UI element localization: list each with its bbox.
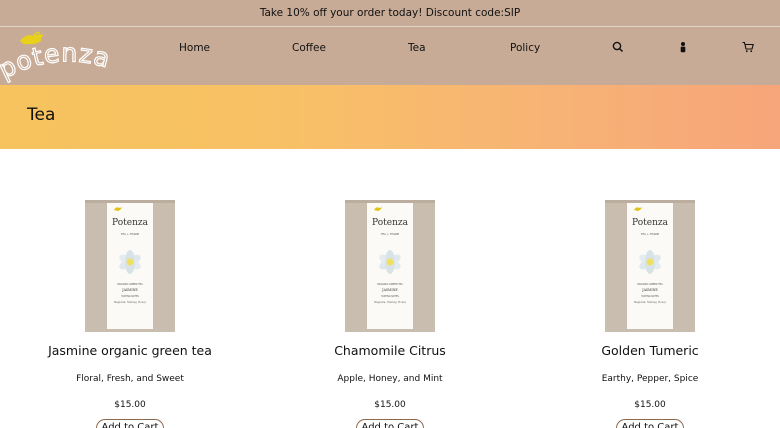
announcement-text: Take 10% off your order today! Discount … (259, 7, 521, 19)
bird-icon (20, 31, 44, 45)
svg-text:TASTING NOTES: TASTING NOTES (121, 295, 139, 298)
search-icon[interactable] (610, 39, 626, 55)
product-name[interactable]: Golden Tumeric (520, 343, 780, 358)
svg-text:ORGANIC GREEN TEA: ORGANIC GREEN TEA (117, 283, 143, 286)
svg-text:TEA + TISANE: TEA + TISANE (121, 232, 140, 236)
page-title: Tea (27, 105, 56, 125)
svg-text:TEA + TISANE: TEA + TISANE (641, 232, 660, 236)
svg-text:ORGANIC GREEN TEA: ORGANIC GREEN TEA (377, 283, 403, 286)
svg-text:Potenza: Potenza (372, 218, 409, 228)
account-icon[interactable] (675, 39, 691, 55)
product-description: Earthy, Pepper, Spice (601, 374, 699, 384)
nav-coffee[interactable]: Coffee (292, 42, 326, 54)
svg-text:Magnolia, Nutmeg, Honey: Magnolia, Nutmeg, Honey (634, 301, 667, 304)
announcement-bar: Take 10% off your order today! Discount … (0, 0, 780, 27)
svg-text:Potenza: Potenza (112, 218, 149, 228)
svg-text:JASMINE: JASMINE (381, 288, 398, 292)
product-card[interactable]: Potenza TEA + TISANE ORGANIC GREEN TEA J… (260, 195, 520, 428)
add-to-cart-button[interactable]: Add to Cart (96, 419, 164, 428)
product-price: $15.00 (114, 400, 146, 410)
product-description: Apple, Honey, and Mint (337, 374, 443, 384)
product-card[interactable]: Potenza TEA + TISANE ORGANIC GREEN TEA J… (520, 195, 780, 428)
svg-text:TEA + TISANE: TEA + TISANE (381, 232, 400, 236)
product-image[interactable]: Potenza TEA + TISANE ORGANIC GREEN TEA J… (600, 195, 700, 335)
svg-text:potenza: potenza (0, 38, 114, 84)
svg-text:TASTING NOTES: TASTING NOTES (641, 295, 659, 298)
svg-text:Potenza: Potenza (632, 218, 669, 228)
product-image[interactable]: Potenza TEA + TISANE ORGANIC GREEN TEA J… (80, 195, 180, 335)
add-to-cart-button[interactable]: Add to Cart (616, 419, 684, 428)
product-price: $15.00 (374, 400, 406, 410)
product-name[interactable]: Chamomile Citrus (260, 343, 520, 358)
nav-policy[interactable]: Policy (510, 42, 540, 54)
nav-home[interactable]: Home (179, 42, 210, 54)
logo-wordmark: potenza (0, 38, 113, 85)
svg-text:TASTING NOTES: TASTING NOTES (381, 295, 399, 298)
product-image[interactable]: Potenza TEA + TISANE ORGANIC GREEN TEA J… (340, 195, 440, 335)
cart-icon[interactable] (740, 39, 756, 55)
svg-text:ORGANIC GREEN TEA: ORGANIC GREEN TEA (637, 283, 663, 286)
product-card[interactable]: Potenza TEA + TISANE ORGANIC GREEN TEA J… (0, 195, 260, 428)
add-to-cart-button[interactable]: Add to Cart (356, 419, 424, 428)
svg-text:JASMINE: JASMINE (121, 288, 138, 292)
category-banner: Tea (0, 85, 780, 149)
product-description: Floral, Fresh, and Sweet (76, 374, 184, 384)
svg-text:JASMINE: JASMINE (641, 288, 658, 292)
product-name[interactable]: Jasmine organic green tea (0, 343, 260, 358)
brand-logo[interactable]: potenza (0, 27, 135, 85)
product-price: $15.00 (634, 400, 666, 410)
nav-tea[interactable]: Tea (408, 42, 426, 54)
site-header: potenza Home Coffee Tea Policy (0, 27, 780, 85)
svg-text:Magnolia, Nutmeg, Honey: Magnolia, Nutmeg, Honey (374, 301, 407, 304)
svg-text:Magnolia, Nutmeg, Honey: Magnolia, Nutmeg, Honey (114, 301, 147, 304)
